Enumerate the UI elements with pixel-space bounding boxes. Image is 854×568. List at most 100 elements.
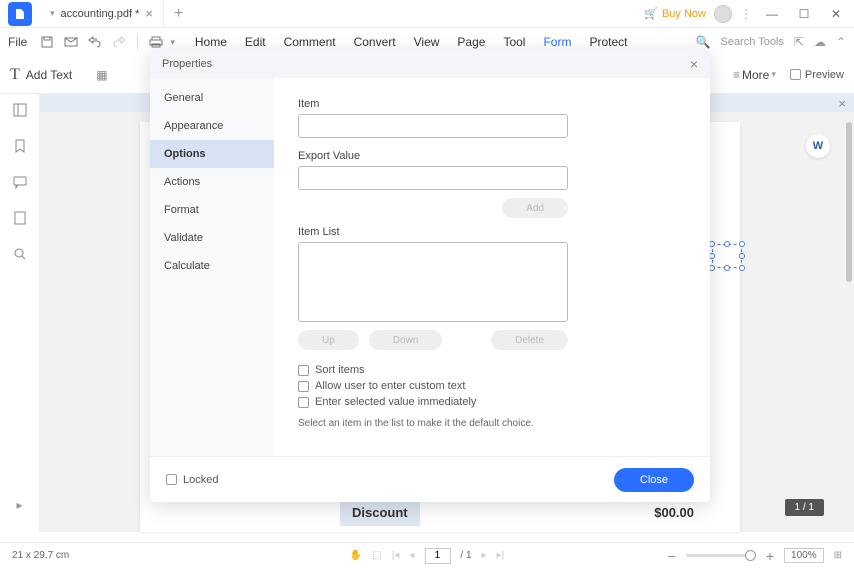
add-tab-button[interactable]: + (164, 5, 193, 23)
dialog-nav: General Appearance Options Actions Forma… (150, 78, 274, 456)
close-window-button[interactable]: ✕ (824, 2, 848, 26)
select-tool-icon[interactable]: ⬚ (372, 550, 381, 561)
text-icon: T (10, 66, 20, 84)
search-tools-input[interactable]: Search Tools (720, 36, 783, 48)
page-total: / 1 (460, 550, 471, 561)
zoom-slider[interactable] (686, 554, 756, 557)
nav-format[interactable]: Format (150, 196, 274, 224)
preview-label: Preview (805, 69, 844, 81)
discount-value: $00.00 (654, 505, 694, 520)
menu-edit[interactable]: Edit (245, 35, 266, 49)
expand-rail-icon[interactable]: ▸ (16, 498, 22, 512)
cloud-icon[interactable]: ☁ (814, 35, 826, 49)
word-export-icon[interactable]: W (806, 134, 830, 158)
nav-validate[interactable]: Validate (150, 224, 274, 252)
scrollbar-thumb[interactable] (846, 122, 852, 282)
menu-tool[interactable]: Tool (503, 35, 525, 49)
nav-calculate[interactable]: Calculate (150, 252, 274, 280)
more-button[interactable]: ≡ More ▾ (733, 68, 776, 82)
share-icon[interactable]: ⇱ (794, 35, 804, 49)
undo-icon[interactable] (85, 32, 105, 52)
more-label: More (742, 68, 769, 82)
export-value-label: Export Value (298, 150, 686, 162)
add-button[interactable]: Add (502, 198, 568, 218)
close-button[interactable]: Close (614, 468, 694, 492)
dialog-title: Properties (162, 58, 212, 70)
prev-page-icon[interactable]: ◂ (409, 550, 414, 561)
page-number-input[interactable] (424, 548, 450, 564)
up-button[interactable]: Up (298, 330, 359, 350)
delete-button[interactable]: Delete (491, 330, 568, 350)
dialog-footer: Locked Close (150, 456, 710, 502)
nav-options[interactable]: Options (150, 140, 274, 168)
zoom-out-icon[interactable]: − (668, 548, 676, 564)
fit-page-icon[interactable]: ⊞ (834, 550, 842, 561)
dialog-content: Item Export Value Add Item List Up Down … (274, 78, 710, 456)
dialog-header[interactable]: Properties × (150, 50, 710, 78)
save-icon[interactable] (37, 32, 57, 52)
custom-text-label: Allow user to enter custom text (315, 380, 465, 392)
down-button[interactable]: Down (369, 330, 443, 350)
more-icon: ≡ (733, 68, 740, 82)
custom-text-checkbox[interactable]: Allow user to enter custom text (298, 380, 686, 392)
bookmark-icon[interactable] (12, 138, 28, 154)
preview-checkbox[interactable]: Preview (790, 69, 844, 81)
form-tool-icon[interactable]: ▦ (96, 68, 107, 82)
immediate-label: Enter selected value immediately (315, 396, 476, 408)
last-page-icon[interactable]: ▸| (497, 550, 505, 561)
mail-icon[interactable] (61, 32, 81, 52)
chevron-down-icon: ▾ (771, 69, 776, 80)
next-page-icon[interactable]: ▸ (482, 550, 487, 561)
redo-icon[interactable] (109, 32, 129, 52)
menu-home[interactable]: Home (195, 35, 227, 49)
page-badge: 1 / 1 (785, 499, 824, 516)
nav-actions[interactable]: Actions (150, 168, 274, 196)
comment-icon[interactable] (12, 174, 28, 190)
avatar[interactable] (714, 5, 732, 23)
menu-protect[interactable]: Protect (589, 35, 627, 49)
hand-tool-icon[interactable]: ✋ (350, 550, 362, 561)
menu-comment[interactable]: Comment (284, 35, 336, 49)
selected-form-field[interactable] (712, 244, 742, 268)
nav-general[interactable]: General (150, 84, 274, 112)
export-value-input[interactable] (298, 166, 568, 190)
file-menu[interactable]: File (8, 35, 27, 49)
page-dimensions: 21 x 29.7 cm (12, 550, 69, 561)
menu-form[interactable]: Form (543, 35, 571, 49)
maximize-button[interactable]: ☐ (792, 2, 816, 26)
buy-now-link[interactable]: 🛒 Buy Now (644, 7, 706, 20)
search-rail-icon[interactable] (12, 246, 28, 262)
app-icon (8, 2, 32, 26)
menu-view[interactable]: View (414, 35, 440, 49)
nav-appearance[interactable]: Appearance (150, 112, 274, 140)
item-listbox[interactable] (298, 242, 568, 322)
kebab-icon[interactable]: ⋮ (740, 7, 752, 21)
titlebar: ▾ accounting.pdf * × + 🛒 Buy Now ⋮ — ☐ ✕ (0, 0, 854, 28)
menu-page[interactable]: Page (457, 35, 485, 49)
search-icon[interactable]: 🔍 (696, 35, 711, 49)
collapse-icon[interactable]: ⌃ (836, 35, 846, 49)
locked-checkbox[interactable]: Locked (166, 474, 218, 486)
locked-label: Locked (183, 474, 218, 486)
zoom-level[interactable]: 100% (784, 548, 824, 563)
close-strip-icon[interactable]: × (838, 96, 846, 111)
sort-items-checkbox[interactable]: Sort items (298, 364, 686, 376)
close-icon[interactable]: × (145, 6, 153, 21)
attachment-icon[interactable] (12, 210, 28, 226)
print-icon[interactable] (146, 32, 166, 52)
item-input[interactable] (298, 114, 568, 138)
tab-label: accounting.pdf * (61, 8, 140, 20)
minimize-button[interactable]: — (760, 2, 784, 26)
zoom-in-icon[interactable]: + (766, 548, 774, 564)
add-text-button[interactable]: T Add Text (10, 66, 72, 84)
properties-dialog: Properties × General Appearance Options … (150, 50, 710, 502)
thumbnails-icon[interactable] (12, 102, 28, 118)
first-page-icon[interactable]: |◂ (392, 550, 400, 561)
immediate-checkbox[interactable]: Enter selected value immediately (298, 396, 686, 408)
item-label: Item (298, 98, 686, 110)
dialog-close-icon[interactable]: × (690, 56, 698, 72)
print-dropdown-icon[interactable]: ▾ (170, 37, 175, 48)
menu-convert[interactable]: Convert (354, 35, 396, 49)
hint-text: Select an item in the list to make it th… (298, 418, 686, 429)
document-tab[interactable]: ▾ accounting.pdf * × (40, 0, 164, 28)
